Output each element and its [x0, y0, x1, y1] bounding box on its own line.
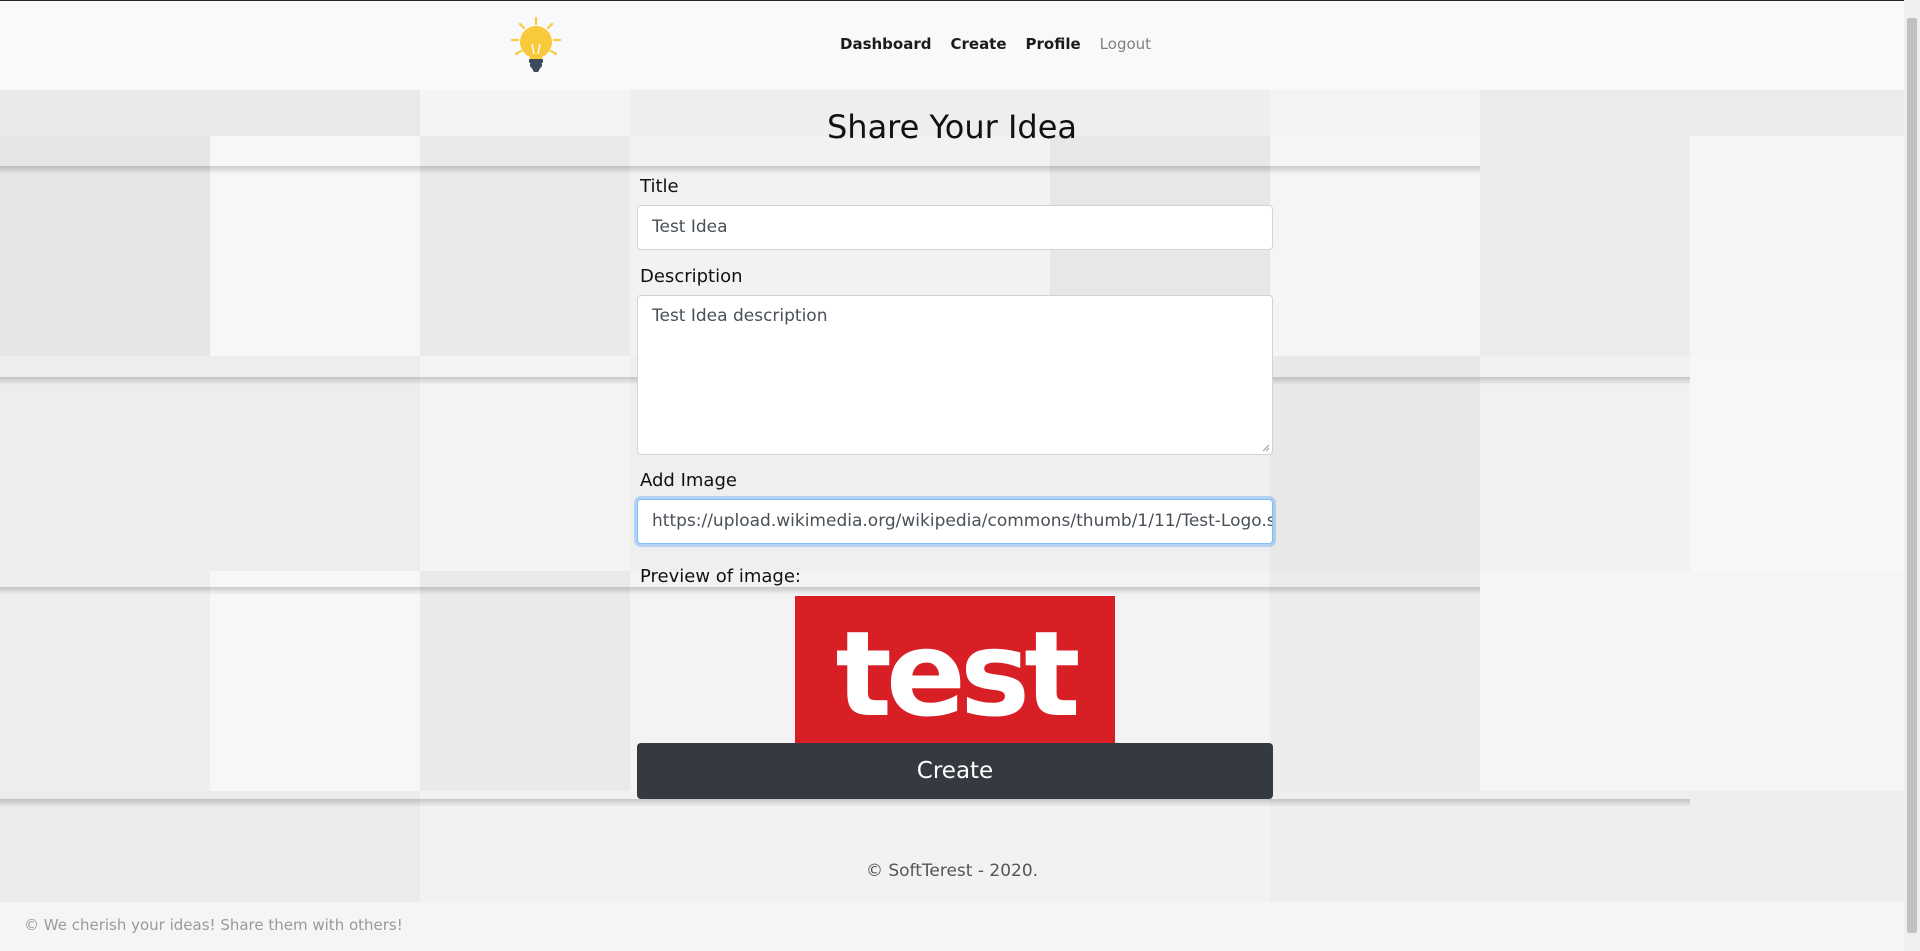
- scrollbar[interactable]: [1904, 0, 1920, 951]
- description-textarea[interactable]: Test Idea description: [637, 295, 1273, 455]
- image-preview: test: [795, 596, 1115, 743]
- nav-link-profile[interactable]: Profile: [1026, 35, 1081, 53]
- scrollbar-thumb[interactable]: [1907, 18, 1917, 933]
- copyright-text: © SoftTerest - 2020.: [865, 861, 1039, 881]
- page-title: Share Your Idea: [826, 108, 1078, 146]
- footer-text: © We cherish your ideas! Share them with…: [24, 916, 403, 934]
- preview-label: Preview of image:: [640, 566, 801, 587]
- create-idea-form: Share Your Idea Title Test Idea Descript…: [0, 90, 1904, 902]
- resize-grip-icon[interactable]: [1262, 444, 1270, 452]
- nav-link-create[interactable]: Create: [950, 35, 1006, 53]
- image-label: Add Image: [640, 470, 737, 491]
- nav-links: Dashboard Create Profile Logout: [840, 35, 1151, 53]
- nav-link-dashboard[interactable]: Dashboard: [840, 35, 931, 53]
- create-button[interactable]: Create: [637, 743, 1273, 799]
- title-input[interactable]: Test Idea: [637, 205, 1273, 250]
- title-label: Title: [640, 176, 679, 197]
- footer: © We cherish your ideas! Share them with…: [0, 902, 1904, 951]
- preview-image-text: test: [835, 605, 1080, 743]
- nav-link-logout[interactable]: Logout: [1100, 35, 1151, 53]
- navbar: Dashboard Create Profile Logout: [0, 2, 1904, 90]
- lightbulb-icon[interactable]: [508, 16, 564, 78]
- description-text: Test Idea description: [652, 306, 828, 326]
- page: Dashboard Create Profile Logout Share Yo…: [0, 0, 1904, 951]
- description-label: Description: [640, 266, 743, 287]
- image-url-input[interactable]: https://upload.wikimedia.org/wikipedia/c…: [637, 499, 1273, 544]
